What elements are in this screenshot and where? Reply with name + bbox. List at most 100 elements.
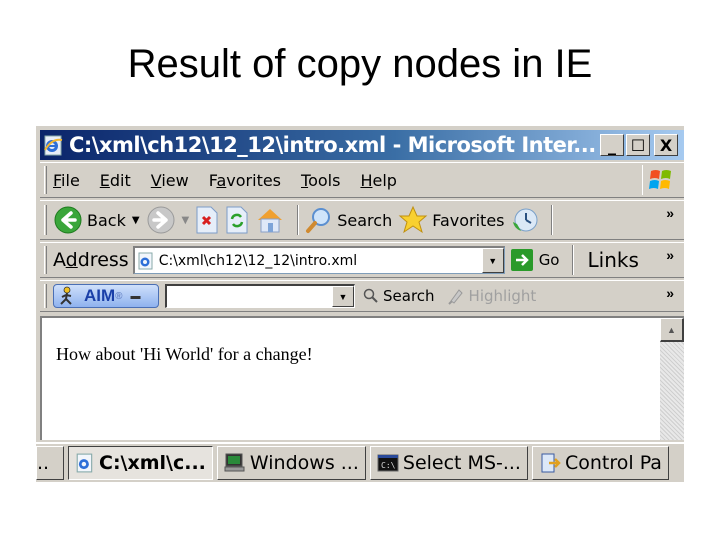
taskbar-label: .. — [37, 452, 50, 474]
favorites-star-icon — [398, 205, 428, 234]
highlighter-icon — [447, 289, 463, 305]
aim-toolbar: AIM ® ▬ ▼ Search Highlight » — [40, 280, 684, 312]
taskbar-button-cmd[interactable]: C:\ Select MS-... — [369, 446, 528, 480]
forward-arrow-icon — [147, 206, 175, 234]
search-icon — [306, 208, 331, 233]
back-dropdown-icon[interactable]: ▼ — [132, 215, 140, 226]
standard-toolbar: Back ▼ ▼ Search Favorites » — [40, 200, 684, 240]
menu-label-rest: dit — [109, 170, 131, 190]
menu-label-rest: iew — [161, 170, 189, 190]
toolbar-grip[interactable] — [44, 204, 47, 236]
control-panel-icon — [541, 453, 561, 473]
menu-file[interactable]: File — [53, 171, 80, 190]
menu-accel: a — [216, 170, 227, 190]
menu-tools[interactable]: Tools — [301, 171, 340, 190]
aim-highlight-label: Highlight — [468, 287, 537, 305]
aim-overflow-chevron[interactable]: » — [666, 285, 674, 301]
magnifier-icon — [363, 288, 378, 303]
aim-running-man-icon — [60, 286, 72, 305]
aim-dropdown-icon: ▬ — [130, 290, 141, 302]
search-label: Search — [337, 210, 393, 230]
toolbar-grip[interactable] — [44, 166, 47, 194]
toolbar-separator — [571, 245, 574, 275]
minimize-button[interactable]: _ — [600, 134, 624, 156]
windows-flag-icon — [648, 170, 671, 189]
taskbar-button-control-panel[interactable]: Control Pa — [531, 446, 669, 480]
links-button[interactable]: Links — [588, 248, 639, 272]
menu-help[interactable]: Help — [360, 171, 396, 190]
aim-dropdown-button[interactable]: ▼ — [332, 286, 354, 307]
aim-registered-mark: ® — [115, 290, 123, 302]
taskbar-button-partial[interactable]: .. — [36, 446, 64, 480]
windows-taskbar: .. C:\xml\c... Windows ... C:\ Select MS… — [36, 442, 684, 482]
taskbar-label: Control Pa — [564, 452, 662, 474]
taskbar-label: Select MS-... — [402, 452, 521, 474]
aim-label: AIM — [84, 286, 116, 305]
aim-button[interactable]: AIM ® ▬ — [53, 284, 159, 308]
menu-accel: F — [53, 170, 62, 190]
menu-view[interactable]: View — [151, 171, 189, 190]
menu-accel: V — [150, 170, 162, 190]
menu-accel: E — [99, 170, 110, 190]
slide-title: Result of copy nodes in IE — [127, 42, 593, 86]
back-button[interactable]: Back ▼ — [53, 205, 140, 235]
toolbar-separator — [550, 205, 553, 235]
stop-button[interactable] — [195, 206, 219, 234]
menu-label-rest: vorites — [226, 170, 282, 190]
menu-favorites[interactable]: Favorites — [209, 171, 281, 190]
computer-icon — [224, 453, 245, 472]
toolbar-grip[interactable] — [44, 246, 47, 274]
toolbar-overflow-chevron[interactable]: » — [666, 205, 674, 221]
close-button[interactable]: X — [654, 134, 678, 156]
home-icon — [258, 209, 283, 233]
history-button[interactable] — [511, 206, 539, 234]
address-input[interactable]: C:\xml\ch12\12_12\intro.xml ▼ — [132, 246, 505, 274]
document-text: How about 'Hi World' for a change! — [56, 344, 313, 364]
go-button[interactable]: Go — [510, 249, 560, 271]
windows-logo-box — [642, 165, 678, 195]
forward-dropdown-icon[interactable]: ▼ — [182, 215, 190, 226]
forward-button[interactable]: ▼ — [146, 205, 190, 235]
toolbar-grip[interactable] — [44, 284, 47, 308]
address-label: Address — [53, 249, 129, 271]
refresh-button[interactable] — [225, 206, 249, 234]
command-prompt-icon: C:\ — [377, 454, 399, 472]
taskbar-label: Windows ... — [249, 452, 359, 474]
stop-icon — [196, 206, 218, 234]
taskbar-button-windows[interactable]: Windows ... — [216, 446, 366, 480]
menu-label-rest: ools — [308, 170, 341, 190]
search-button[interactable]: Search — [305, 206, 392, 234]
refresh-icon — [226, 206, 248, 234]
menu-edit[interactable]: Edit — [100, 171, 131, 190]
aim-highlight-button[interactable]: Highlight — [447, 287, 537, 305]
ie-window-screenshot: C:\xml\ch12\12_12\intro.xml - Microsoft … — [36, 126, 684, 482]
aim-search-button[interactable]: Search — [363, 287, 435, 305]
home-button[interactable] — [255, 205, 285, 235]
scroll-up-button[interactable]: ▲ — [660, 318, 684, 342]
title-bar[interactable]: C:\xml\ch12\12_12\intro.xml - Microsoft … — [40, 130, 684, 160]
favorites-label: Favorites — [432, 210, 505, 230]
taskbar-label: C:\xml\c... — [99, 452, 206, 474]
maximize-button[interactable]: ☐ — [626, 134, 650, 156]
go-label: Go — [538, 251, 560, 269]
page-content: How about 'Hi World' for a change! ▲ — [40, 316, 684, 440]
favorites-button[interactable]: Favorites — [398, 205, 505, 235]
history-icon — [512, 208, 537, 232]
window-title: C:\xml\ch12\12_12\intro.xml - Microsoft … — [69, 133, 596, 157]
links-overflow-chevron[interactable]: » — [666, 247, 674, 263]
aim-input[interactable]: ▼ — [165, 284, 355, 308]
address-bar: Address C:\xml\ch12\12_12\intro.xml ▼ Go… — [40, 242, 684, 278]
ie-page-icon — [138, 252, 153, 269]
vertical-scrollbar[interactable]: ▲ — [660, 318, 684, 440]
menu-accel: H — [360, 170, 373, 190]
taskbar-button-ie[interactable]: C:\xml\c... — [68, 446, 213, 480]
address-dropdown-button[interactable]: ▼ — [481, 248, 504, 273]
toolbar-separator — [297, 205, 300, 235]
menu-label-rest: elp — [372, 170, 397, 190]
back-label: Back — [87, 210, 126, 230]
go-arrow-icon — [510, 249, 533, 271]
menu-label-rest: ile — [61, 170, 80, 190]
back-arrow-icon — [54, 206, 82, 234]
ie-logo-icon — [44, 135, 63, 156]
address-value: C:\xml\ch12\12_12\intro.xml — [158, 252, 358, 269]
